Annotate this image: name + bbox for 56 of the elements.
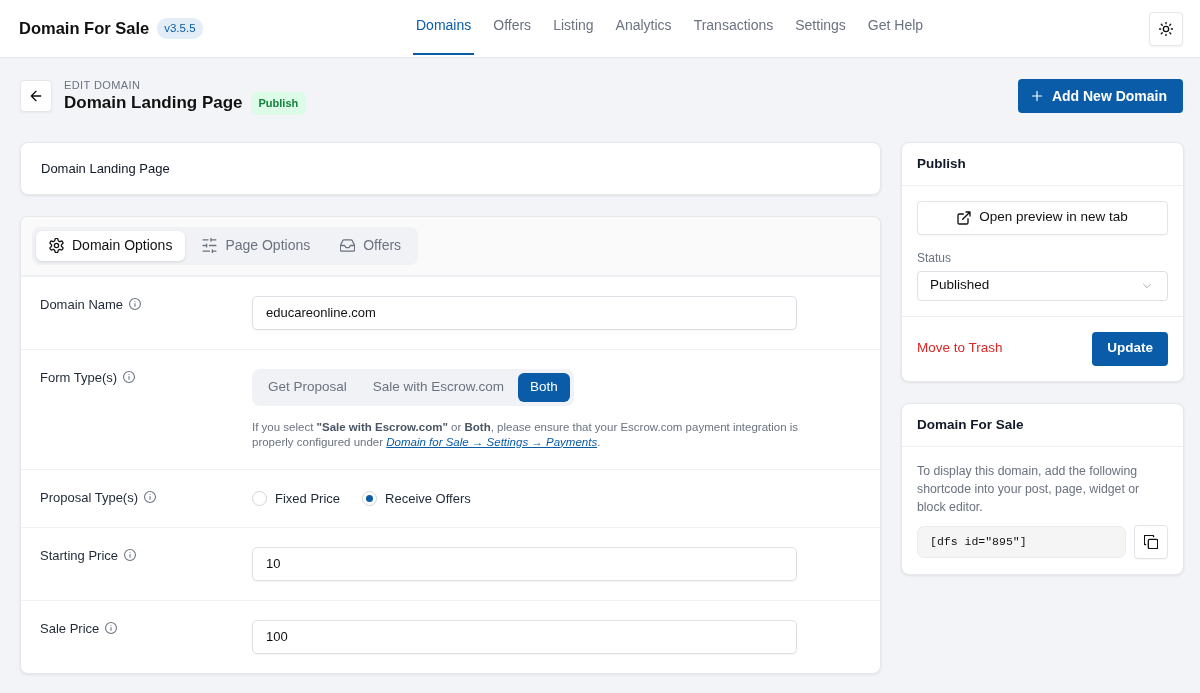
gear-icon — [49, 238, 64, 253]
radio-option[interactable]: Receive Offers — [362, 488, 471, 508]
help-text: If you select "Sale with Escrow.com" or Both, please ensure that your Escrow.com payment integration is properly configured under Domain for Sale → Settings → Payments. — [252, 419, 800, 450]
input-field[interactable]: educareonline.com — [252, 295, 797, 330]
input-field[interactable]: 100 — [252, 619, 797, 654]
field-label: Sale Price — [40, 619, 100, 637]
add-domain-button[interactable]: Add New Domain — [1017, 79, 1183, 114]
update-button[interactable]: Update — [1092, 331, 1168, 366]
info-icon — [105, 621, 118, 634]
arrow-left-icon — [29, 89, 43, 104]
version-badge: v3.5.5 — [157, 17, 203, 40]
field-label: Starting Price — [40, 546, 119, 564]
field-label: Proposal Type(s) — [40, 488, 139, 506]
panel-title: Domain For Sale — [902, 403, 1183, 447]
external-link-icon — [957, 210, 972, 225]
nav-link[interactable]: Analytics — [612, 0, 675, 55]
input-field[interactable]: 10 — [252, 546, 797, 581]
info-icon — [124, 548, 137, 561]
panel-description: To display this domain, add the following shortcode into your post, page, widget or block editor. — [917, 462, 1141, 516]
field-label: Form Type(s) — [40, 368, 118, 386]
app-title: Domain For Sale — [19, 18, 150, 40]
copy-button[interactable] — [1134, 524, 1168, 559]
theme-toggle-button[interactable] — [1149, 11, 1183, 46]
info-icon — [123, 370, 136, 383]
preview-button[interactable]: Open preview in new tab — [917, 200, 1168, 235]
options-tab[interactable]: Domain Options — [36, 230, 186, 261]
segment-option[interactable]: Sale with Escrow.com — [360, 372, 517, 402]
field-label: Domain Name — [40, 295, 124, 313]
back-button[interactable] — [20, 80, 52, 113]
segment-option[interactable]: Both — [518, 372, 570, 402]
status-badge: Publish — [250, 92, 307, 115]
page-title: Domain Landing Page — [64, 92, 243, 115]
options-tab[interactable]: Page Options — [189, 230, 324, 261]
nav-link[interactable]: Listing — [550, 0, 597, 55]
nav-link[interactable]: Settings — [792, 0, 849, 55]
title-card: Domain Landing Page — [20, 141, 881, 195]
shortcode-field[interactable]: [dfs id="895"] — [917, 525, 1126, 558]
radio-option[interactable]: Fixed Price — [252, 488, 341, 508]
sliders-icon — [202, 238, 218, 253]
plus-icon — [1030, 90, 1043, 103]
segment-option[interactable]: Get Proposal — [256, 372, 359, 402]
status-select[interactable]: Published — [917, 270, 1168, 301]
status-label: Status — [917, 250, 953, 265]
nav-link[interactable]: Transactions — [690, 0, 777, 55]
nav-link[interactable]: Offers — [490, 0, 535, 55]
nav-link[interactable]: Get Help — [864, 0, 927, 55]
sun-icon — [1159, 21, 1173, 36]
page-eyebrow: EDIT DOMAIN — [64, 78, 142, 92]
copy-icon — [1144, 534, 1158, 549]
options-tab[interactable]: Offers — [327, 230, 415, 261]
nav-link[interactable]: Domains — [413, 0, 475, 55]
inbox-icon — [340, 238, 356, 253]
info-icon — [129, 297, 142, 310]
panel-title: Publish — [902, 142, 1183, 186]
info-icon — [144, 490, 157, 503]
trash-link[interactable]: Move to Trash — [917, 338, 1003, 359]
